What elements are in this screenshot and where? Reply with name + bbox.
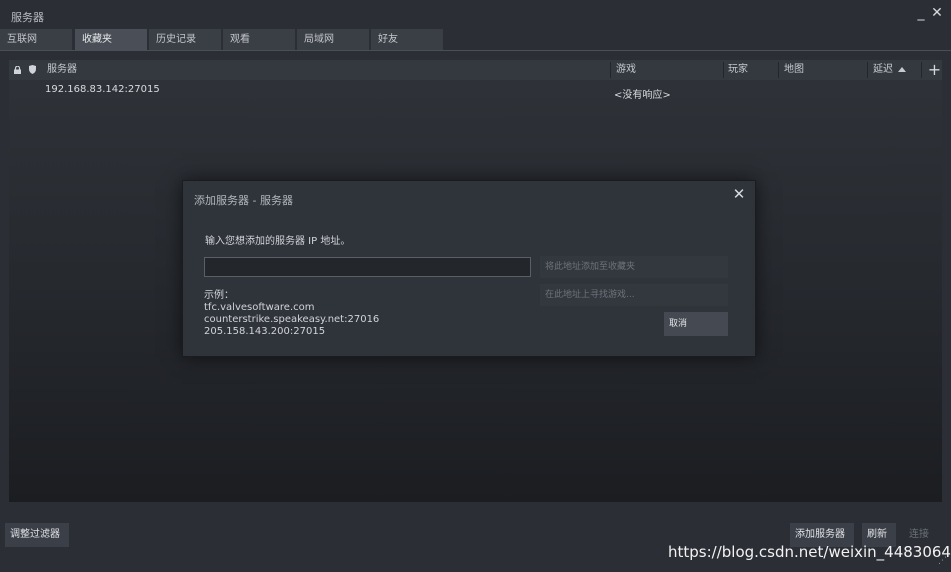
column-divider: [867, 62, 868, 78]
add-column-button[interactable]: +: [927, 60, 942, 80]
resize-grip-icon[interactable]: ⋰: [938, 557, 948, 569]
tab-spectate[interactable]: 观看: [223, 29, 295, 50]
add-server-dialog: 添加服务器 - 服务器 ✕ 输入您想添加的服务器 IP 地址。 将此地址添加至收…: [182, 180, 756, 357]
tab-favorites[interactable]: 收藏夹: [75, 29, 147, 50]
dialog-prompt: 输入您想添加的服务器 IP 地址。: [205, 236, 351, 247]
minimize-icon[interactable]: _: [914, 6, 928, 20]
server-browser-window: 服务器 _ ✕ 互联网 收藏夹 历史记录 观看 局域网 好友 服务器 游戏 玩家…: [0, 0, 951, 572]
server-game: <没有响应>: [614, 90, 671, 101]
server-address-input[interactable]: [204, 257, 531, 277]
watermark-text: https://blog.csdn.net/weixin_44830645: [668, 543, 951, 561]
tab-lan[interactable]: 局域网: [297, 29, 369, 50]
column-map[interactable]: 地图: [784, 60, 804, 80]
dialog-title: 添加服务器 - 服务器: [194, 194, 293, 207]
example-item: tfc.valvesoftware.com: [204, 302, 315, 313]
column-players[interactable]: 玩家: [728, 60, 748, 80]
column-server[interactable]: 服务器: [47, 60, 77, 80]
column-header: 服务器 游戏 玩家 地图 延迟 +: [9, 60, 942, 80]
close-icon[interactable]: ✕: [930, 6, 944, 20]
example-item: 205.158.143.200:27015: [204, 326, 326, 337]
example-label: 示例：: [204, 290, 234, 301]
add-to-favorites-button[interactable]: 将此地址添加至收藏夹: [540, 256, 728, 278]
column-divider: [778, 62, 779, 78]
find-games-button[interactable]: 在此地址上寻找游戏...: [540, 284, 728, 306]
column-divider: [610, 62, 611, 78]
title-bar[interactable]: 服务器 _ ✕: [0, 0, 951, 28]
tab-bar: 互联网 收藏夹 历史记录 观看 局域网 好友: [0, 29, 951, 50]
tab-friends[interactable]: 好友: [371, 29, 443, 50]
cancel-button[interactable]: 取消: [664, 312, 728, 336]
column-divider: [921, 62, 922, 78]
lock-icon[interactable]: [14, 66, 21, 74]
window-title: 服务器: [11, 11, 44, 24]
adjust-filters-button[interactable]: 调整过滤器: [5, 523, 69, 547]
column-latency[interactable]: 延迟: [873, 60, 893, 80]
column-divider: [723, 62, 724, 78]
sort-ascending-icon: [898, 67, 906, 72]
example-list: 示例： tfc.valvesoftware.com counterstrike.…: [204, 290, 379, 338]
tab-divider: [0, 50, 951, 51]
close-icon[interactable]: ✕: [732, 187, 746, 202]
tab-internet[interactable]: 互联网: [0, 29, 72, 50]
column-game[interactable]: 游戏: [616, 60, 636, 80]
example-item: counterstrike.speakeasy.net:27016: [204, 314, 380, 325]
table-row[interactable]: 192.168.83.142:27015 <没有响应>: [9, 81, 942, 101]
server-address: 192.168.83.142:27015: [45, 84, 160, 95]
tab-history[interactable]: 历史记录: [149, 29, 221, 50]
shield-icon[interactable]: [29, 65, 36, 74]
